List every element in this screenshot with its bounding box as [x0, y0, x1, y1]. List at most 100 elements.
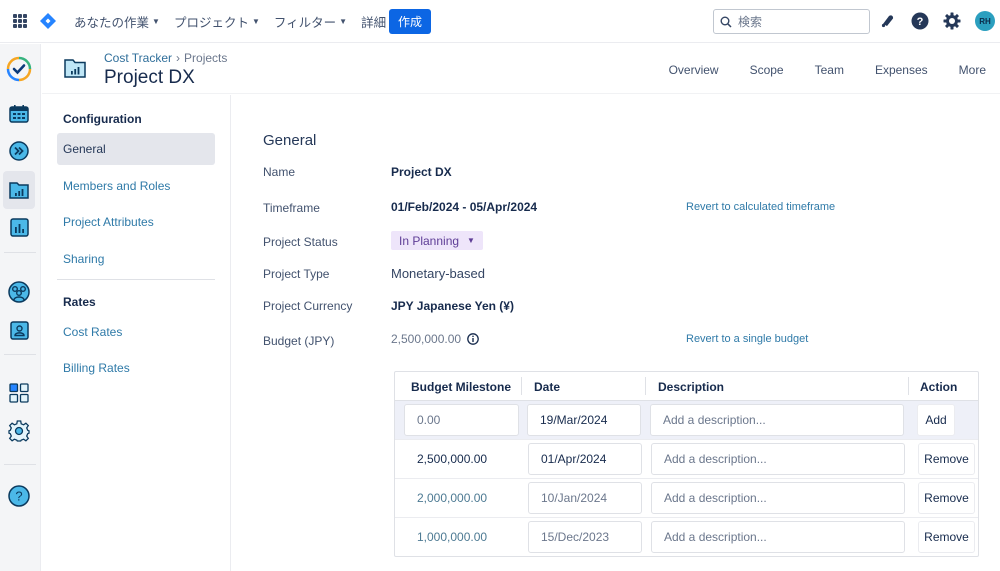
- currency-value: JPY Japanese Yen (¥): [391, 299, 514, 313]
- budget-milestones-table: Budget Milestone Date Description Action…: [394, 371, 979, 557]
- column-separator: [645, 377, 646, 395]
- configuration-heading: Configuration: [63, 112, 142, 126]
- tab-more[interactable]: More: [959, 63, 986, 77]
- name-label: Name: [263, 165, 296, 179]
- project-tabs: Overview Scope Team Expenses More: [669, 63, 986, 77]
- new-date-input[interactable]: [527, 404, 641, 436]
- project-status-dropdown[interactable]: In Planning ▼: [391, 231, 483, 250]
- nav-your-work[interactable]: あなたの作業 ▼: [74, 12, 160, 31]
- nav-filters-label: フィルター: [273, 16, 337, 30]
- milestone-description-input[interactable]: [651, 521, 905, 553]
- app-rail: ?: [0, 44, 41, 571]
- nav-projects[interactable]: プロジェクト ▼: [174, 12, 260, 31]
- breadcrumb-projects[interactable]: Projects: [184, 51, 227, 65]
- header-date: Date: [534, 380, 561, 394]
- forward-icon[interactable]: [3, 134, 35, 168]
- nav-more-details-label: 詳細: [361, 16, 387, 30]
- milestone-date-input[interactable]: [528, 521, 642, 553]
- new-description-input[interactable]: [650, 404, 904, 436]
- tab-scope[interactable]: Scope: [750, 63, 784, 77]
- nav-your-work-label: あなたの作業: [74, 16, 150, 30]
- team-icon[interactable]: [3, 275, 35, 309]
- app-logo-icon[interactable]: [3, 52, 35, 86]
- remove-milestone-button[interactable]: Remove: [918, 521, 975, 553]
- help-icon[interactable]: ?: [910, 11, 930, 31]
- calendar-icon[interactable]: [3, 97, 35, 131]
- settings-sidenav: Configuration General Members and Roles …: [42, 95, 231, 571]
- notifications-icon[interactable]: [878, 11, 898, 31]
- caret-down-icon: ▼: [467, 236, 475, 245]
- project-folder-icon[interactable]: [3, 171, 35, 209]
- user-card-icon[interactable]: [3, 313, 35, 347]
- sidenav-item-project-attributes[interactable]: Project Attributes: [57, 206, 215, 238]
- milestone-amount: 2,000,000.00: [417, 491, 488, 505]
- table-header: Budget Milestone Date Description Action: [395, 372, 978, 401]
- chevron-down-icon: ▼: [251, 17, 260, 26]
- info-icon[interactable]: [467, 333, 479, 345]
- search-icon: [720, 16, 732, 28]
- revert-budget-link[interactable]: Revert to a single budget: [686, 333, 808, 345]
- header-action: Action: [920, 380, 958, 394]
- milestone-row: 2,500,000.00 Remove: [395, 440, 978, 479]
- reports-icon[interactable]: [3, 210, 35, 244]
- breadcrumb-cost-tracker[interactable]: Cost Tracker: [104, 51, 172, 65]
- section-title: General: [263, 132, 317, 149]
- milestone-date-input[interactable]: [528, 482, 642, 514]
- tab-overview[interactable]: Overview: [669, 63, 719, 77]
- column-separator: [908, 377, 909, 395]
- header-description: Description: [658, 380, 725, 394]
- user-avatar[interactable]: RH: [975, 11, 995, 31]
- top-navigation-bar: あなたの作業▼ プロジェクト▼ フィルター▼ 詳細▼ 作成 ? RH: [0, 0, 1000, 43]
- timeframe-value[interactable]: 01/Feb/2024 - 05/Apr/2024: [391, 200, 537, 214]
- project-status-value: In Planning: [399, 233, 460, 248]
- rail-divider: [4, 464, 36, 465]
- rail-divider: [4, 354, 36, 355]
- rates-heading: Rates: [63, 295, 96, 309]
- dashboard-grid-icon[interactable]: [3, 376, 35, 410]
- settings-gear-icon[interactable]: [3, 414, 35, 448]
- settings-icon[interactable]: [942, 11, 962, 31]
- rail-divider: [4, 252, 36, 253]
- new-milestone-row: Add: [395, 401, 978, 440]
- sidenav-item-billing-rates[interactable]: Billing Rates: [57, 352, 215, 384]
- remove-milestone-button[interactable]: Remove: [918, 482, 975, 514]
- sidenav-item-sharing[interactable]: Sharing: [57, 243, 215, 275]
- budget-value-group: 2,500,000.00: [391, 332, 479, 346]
- chevron-down-icon: ▼: [339, 17, 348, 26]
- type-value: Monetary-based: [391, 266, 485, 281]
- column-separator: [521, 377, 522, 395]
- tab-expenses[interactable]: Expenses: [875, 63, 928, 77]
- svg-text:?: ?: [15, 489, 22, 504]
- add-milestone-button[interactable]: Add: [917, 404, 955, 436]
- sidenav-item-general[interactable]: General: [57, 133, 215, 165]
- new-amount-input[interactable]: [404, 404, 519, 436]
- type-label: Project Type: [263, 267, 330, 281]
- milestone-row: 1,000,000.00 Remove: [395, 518, 978, 557]
- tab-team[interactable]: Team: [815, 63, 844, 77]
- budget-label: Budget (JPY): [263, 334, 335, 348]
- search-input[interactable]: [738, 14, 858, 29]
- breadcrumb-separator: ›: [176, 51, 181, 65]
- top-nav: あなたの作業▼ プロジェクト▼ フィルター▼ 詳細▼: [74, 0, 397, 43]
- page-header: Cost Tracker › Projects Project DX Overv…: [42, 44, 1000, 94]
- name-value[interactable]: Project DX: [391, 165, 452, 179]
- remove-milestone-button[interactable]: Remove: [918, 443, 975, 475]
- milestone-date-input[interactable]: [528, 443, 642, 475]
- jira-logo-icon[interactable]: [40, 13, 56, 29]
- project-folder-icon: [64, 59, 86, 78]
- app-switcher-icon[interactable]: [13, 14, 27, 28]
- create-button[interactable]: 作成: [389, 9, 431, 34]
- milestone-row: 2,000,000.00 Remove: [395, 479, 978, 518]
- milestone-description-input[interactable]: [651, 482, 905, 514]
- milestone-description-input[interactable]: [651, 443, 905, 475]
- budget-value: 2,500,000.00: [391, 332, 462, 346]
- timeframe-label: Timeframe: [263, 201, 320, 215]
- search-box[interactable]: [713, 9, 870, 34]
- revert-timeframe-link[interactable]: Revert to calculated timeframe: [686, 201, 835, 213]
- chevron-down-icon: ▼: [152, 17, 160, 26]
- sidenav-item-cost-rates[interactable]: Cost Rates: [57, 316, 215, 348]
- nav-filters[interactable]: フィルター ▼: [274, 12, 347, 31]
- help-icon[interactable]: ?: [3, 479, 35, 513]
- svg-text:?: ?: [917, 16, 924, 28]
- sidenav-item-members-and-roles[interactable]: Members and Roles: [57, 170, 215, 202]
